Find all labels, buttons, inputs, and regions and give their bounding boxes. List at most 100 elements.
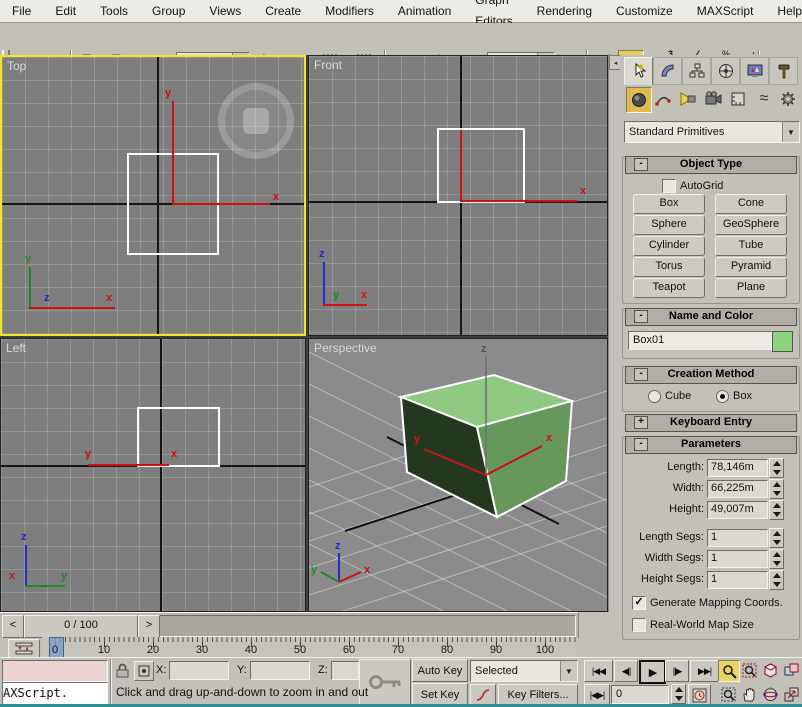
box-outline-front[interactable] bbox=[437, 128, 525, 203]
viewport-left[interactable]: Left y x z y x bbox=[0, 338, 306, 612]
zoom-extents-all-button[interactable] bbox=[781, 660, 801, 680]
play-button[interactable]: ▶ bbox=[639, 660, 666, 684]
tube-button[interactable]: Tube bbox=[715, 236, 787, 256]
box-radio-label[interactable]: Box bbox=[733, 390, 752, 402]
torus-button[interactable]: Torus bbox=[633, 257, 705, 277]
chevron-down-icon[interactable]: ▼ bbox=[782, 122, 799, 142]
current-frame-field[interactable]: 0 bbox=[611, 685, 669, 704]
spinner-down-icon[interactable] bbox=[773, 540, 781, 545]
menu-create[interactable]: Create bbox=[253, 1, 313, 22]
default-tangents-button[interactable] bbox=[470, 684, 496, 706]
autogrid-checkbox[interactable] bbox=[662, 179, 676, 193]
menu-maxscript[interactable]: MAXScript bbox=[685, 1, 766, 22]
menu-rendering[interactable]: Rendering bbox=[525, 1, 604, 22]
category-shapes[interactable] bbox=[651, 87, 675, 111]
cone-button[interactable]: Cone bbox=[715, 194, 787, 214]
tab-utilities[interactable] bbox=[769, 57, 798, 85]
plane-button[interactable]: Plane bbox=[715, 278, 787, 298]
chevron-down-icon[interactable]: ▼ bbox=[560, 661, 577, 681]
height-segs-spinner[interactable] bbox=[769, 570, 784, 590]
collapse-icon[interactable]: - bbox=[634, 310, 648, 323]
spinner-up-icon[interactable] bbox=[773, 503, 781, 508]
absolute-mode-toggle[interactable] bbox=[134, 661, 154, 681]
viewport-top-label[interactable]: Top bbox=[7, 59, 26, 73]
viewport-front-label[interactable]: Front bbox=[314, 58, 342, 72]
tab-create[interactable] bbox=[624, 57, 653, 85]
spinner-up-icon[interactable] bbox=[773, 573, 781, 578]
spinner-up-icon[interactable] bbox=[773, 482, 781, 487]
width-segs-spinner[interactable] bbox=[769, 549, 784, 569]
generate-mapping-coords-checkbox[interactable]: ✓ bbox=[632, 596, 646, 610]
previous-frame-button[interactable]: ◀|| bbox=[614, 660, 638, 682]
cube-radio-label[interactable]: Cube bbox=[665, 390, 691, 402]
time-slider-prev-button[interactable]: < bbox=[2, 615, 24, 638]
length-segs-spinner[interactable] bbox=[769, 528, 784, 548]
category-cameras[interactable] bbox=[701, 87, 725, 111]
category-geometry[interactable] bbox=[626, 87, 652, 113]
height-spinner[interactable] bbox=[769, 500, 784, 520]
spinner-down-icon[interactable] bbox=[773, 470, 781, 475]
time-configuration-button[interactable] bbox=[688, 684, 711, 706]
category-helpers[interactable] bbox=[726, 87, 750, 111]
sphere-button[interactable]: Sphere bbox=[633, 215, 705, 235]
tab-motion[interactable] bbox=[711, 57, 740, 85]
set-key-button[interactable]: Set Key bbox=[412, 683, 468, 706]
maximize-viewport-toggle-button[interactable] bbox=[781, 684, 801, 704]
menu-tools[interactable]: Tools bbox=[88, 1, 140, 22]
height-segs-field[interactable]: 1 bbox=[707, 571, 768, 589]
spinner-down-icon[interactable] bbox=[773, 491, 781, 496]
spinner-up-icon[interactable] bbox=[675, 687, 683, 692]
collapse-icon[interactable]: - bbox=[634, 158, 648, 171]
spinner-up-icon[interactable] bbox=[773, 531, 781, 536]
menu-views[interactable]: Views bbox=[197, 1, 253, 22]
menu-group[interactable]: Group bbox=[140, 1, 197, 22]
auto-key-button[interactable]: Auto Key bbox=[412, 659, 468, 682]
category-space-warps[interactable]: ≈ bbox=[751, 87, 775, 111]
width-spinner[interactable] bbox=[769, 479, 784, 499]
next-frame-button[interactable]: ||▶ bbox=[665, 660, 689, 682]
object-name-field[interactable]: Box01 bbox=[628, 331, 772, 350]
region-zoom-button[interactable] bbox=[718, 684, 738, 704]
key-filters-button[interactable]: Key Filters... bbox=[498, 684, 578, 706]
box-radio[interactable] bbox=[716, 390, 729, 403]
arc-rotate-button[interactable] bbox=[760, 684, 780, 704]
go-to-end-button[interactable]: ▶▶| bbox=[690, 660, 719, 682]
teapot-button[interactable]: Teapot bbox=[633, 278, 705, 298]
object-color-swatch[interactable] bbox=[772, 331, 793, 352]
track-bar[interactable]: 0 10 20 30 40 50 60 70 80 90 100 bbox=[42, 637, 576, 658]
zoom-extents-button[interactable] bbox=[760, 660, 780, 680]
viewport-perspective-label[interactable]: Perspective bbox=[314, 341, 377, 355]
lock-selection-icon[interactable] bbox=[116, 663, 129, 678]
zoom-all-button[interactable] bbox=[739, 660, 759, 680]
spinner-down-icon[interactable] bbox=[773, 582, 781, 587]
height-field[interactable]: 49,007m bbox=[707, 501, 768, 519]
x-coord-field[interactable] bbox=[169, 661, 229, 680]
macro-recorder-field[interactable] bbox=[2, 660, 108, 682]
tab-display[interactable] bbox=[740, 57, 769, 85]
pan-button[interactable] bbox=[739, 684, 759, 704]
tab-modify[interactable] bbox=[653, 57, 682, 85]
expand-icon[interactable]: + bbox=[634, 416, 648, 429]
viewport-left-label[interactable]: Left bbox=[6, 341, 26, 355]
spinner-up-icon[interactable] bbox=[773, 552, 781, 557]
length-spinner[interactable] bbox=[769, 458, 784, 478]
geosphere-button[interactable]: GeoSphere bbox=[715, 215, 787, 235]
y-coord-field[interactable] bbox=[250, 661, 310, 680]
menu-help[interactable]: Help bbox=[765, 1, 802, 22]
time-slider-handle[interactable]: 0 / 100 bbox=[24, 615, 138, 638]
collapse-icon[interactable]: - bbox=[634, 368, 648, 381]
tab-hierarchy[interactable] bbox=[682, 57, 711, 85]
spinner-down-icon[interactable] bbox=[675, 696, 683, 701]
menu-animation[interactable]: Animation bbox=[386, 1, 463, 22]
primitives-category-dropdown[interactable]: Standard Primitives ▼ bbox=[624, 121, 800, 143]
frame-spinner[interactable] bbox=[671, 684, 686, 704]
cube-radio[interactable] bbox=[648, 390, 661, 403]
parameters-header[interactable]: -Parameters bbox=[625, 436, 797, 454]
menu-customize[interactable]: Customize bbox=[604, 1, 685, 22]
key-mode-toggle-button[interactable]: |◀▶| bbox=[584, 684, 610, 706]
viewport-top[interactable]: Top y x y z x bbox=[0, 55, 306, 336]
menu-modifiers[interactable]: Modifiers bbox=[313, 1, 386, 22]
box-button[interactable]: Box bbox=[633, 194, 705, 214]
creation-method-header[interactable]: -Creation Method bbox=[625, 366, 797, 384]
category-lights[interactable] bbox=[676, 87, 700, 111]
